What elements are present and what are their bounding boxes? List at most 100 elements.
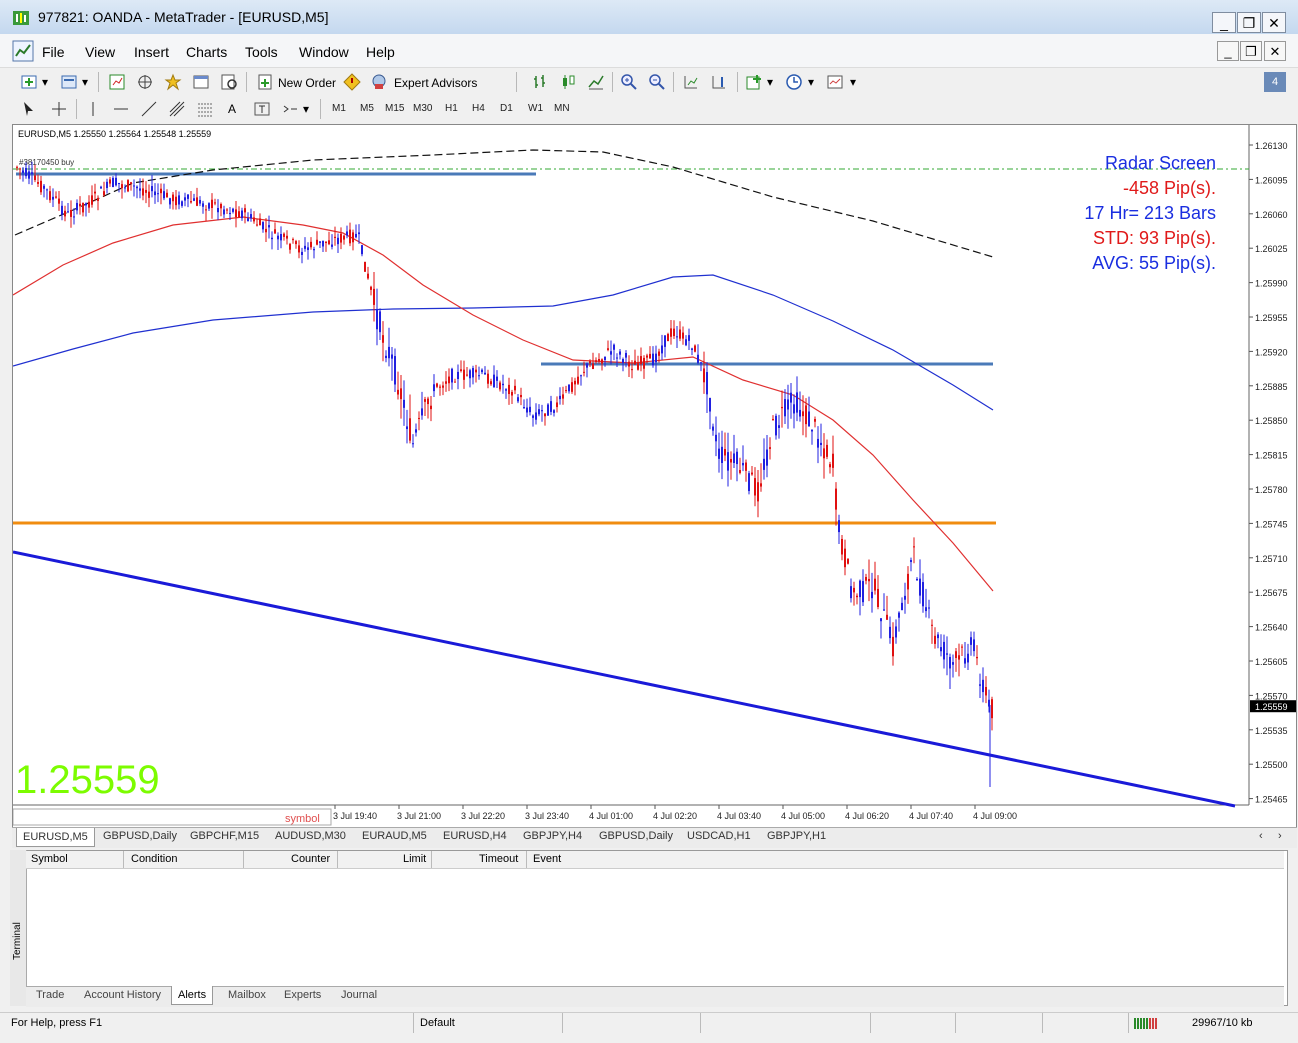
dashed-moving-average — [14, 149, 994, 258]
bar-chart-icon[interactable] — [531, 73, 549, 91]
horizontal-line-icon[interactable] — [112, 100, 130, 118]
fast-moving-average — [13, 216, 994, 592]
terminal-icon[interactable] — [192, 73, 210, 91]
menu-window[interactable]: Window — [299, 44, 349, 60]
fibonacci-icon[interactable] — [196, 100, 214, 118]
col-counter[interactable]: Counter — [291, 853, 330, 865]
candle-body — [367, 273, 369, 279]
chart-canvas[interactable]: 1.26130 1.26095 1.26060 1.26025 1.25990 1.259… — [13, 125, 1296, 827]
profiles-icon[interactable] — [60, 73, 78, 91]
navigator-icon[interactable] — [136, 73, 154, 91]
terminal-tab-mailbox[interactable]: Mailbox — [228, 989, 266, 1001]
mdi-restore-button[interactable]: ❐ — [1240, 41, 1262, 61]
meta-editor-icon[interactable] — [343, 73, 361, 91]
line-chart-icon[interactable] — [587, 73, 605, 91]
timeframe-h4[interactable]: H4 — [472, 103, 485, 114]
dropdown-arrow-icon[interactable]: ▾ — [767, 75, 773, 89]
terminal-tab-journal[interactable]: Journal — [341, 989, 377, 1001]
chart-tab-3[interactable]: AUDUSD,M30 — [275, 830, 346, 842]
candle-body — [838, 520, 840, 533]
auto-scroll-icon[interactable] — [682, 73, 700, 91]
new-order-icon[interactable] — [256, 73, 274, 91]
chart-tab-5[interactable]: EURUSD,H4 — [443, 830, 507, 842]
terminal-tab-trade[interactable]: Trade — [36, 989, 64, 1001]
market-watch-icon[interactable] — [108, 73, 126, 91]
chart-tab-0[interactable]: EURUSD,M5 — [16, 828, 95, 847]
zoom-out-icon[interactable] — [648, 73, 666, 91]
chart-tab-6[interactable]: GBPJPY,H4 — [523, 830, 582, 842]
text-label-icon[interactable] — [253, 100, 271, 118]
price-chart[interactable]: 1.26130 1.26095 1.26060 1.26025 1.25990 1.259… — [12, 124, 1297, 828]
favorites-icon[interactable] — [164, 73, 182, 91]
periods-clock-icon[interactable] — [785, 73, 803, 91]
strategy-tester-icon[interactable] — [220, 73, 238, 91]
timeframe-m15[interactable]: M15 — [385, 103, 404, 114]
templates-icon[interactable] — [826, 73, 844, 91]
timeframe-d1[interactable]: D1 — [500, 103, 513, 114]
candle-body — [85, 203, 87, 206]
dropdown-arrow-icon[interactable]: ▾ — [850, 75, 856, 89]
candle-body — [601, 359, 603, 364]
timeframe-mn[interactable]: MN — [554, 103, 570, 114]
dropdown-arrow-icon[interactable]: ▾ — [42, 75, 48, 89]
candlestick-icon[interactable] — [559, 73, 577, 91]
dropdown-arrow-icon[interactable]: ▾ — [82, 75, 88, 89]
terminal-tab-experts[interactable]: Experts — [284, 989, 321, 1001]
zoom-in-icon[interactable] — [620, 73, 638, 91]
col-limit[interactable]: Limit — [403, 853, 426, 865]
text-tool-icon[interactable]: A — [228, 102, 236, 116]
timeframe-h1[interactable]: H1 — [445, 103, 458, 114]
chart-tab-1[interactable]: GBPUSD,Daily — [103, 830, 177, 842]
chart-tab-2[interactable]: GBPCHF,M15 — [190, 830, 259, 842]
col-timeout[interactable]: Timeout — [479, 853, 518, 865]
col-event[interactable]: Event — [533, 853, 561, 865]
terminal-tab-account-history[interactable]: Account History — [84, 989, 161, 1001]
dropdown-arrow-icon[interactable]: ▾ — [808, 75, 814, 89]
chart-shift-icon[interactable] — [710, 73, 728, 91]
arrows-icon[interactable] — [281, 100, 299, 118]
close-button[interactable]: ✕ — [1262, 12, 1286, 33]
mdi-close-button[interactable]: ✕ — [1264, 41, 1286, 61]
notification-badge[interactable]: 4 — [1264, 72, 1286, 92]
col-symbol[interactable]: Symbol — [31, 853, 68, 865]
price-label: 1.26025 — [1255, 244, 1288, 254]
menu-insert[interactable]: Insert — [134, 44, 169, 60]
timeframe-m1[interactable]: M1 — [332, 103, 346, 114]
new-order-button[interactable]: New Order — [278, 76, 336, 90]
candle-body — [970, 637, 972, 645]
expert-advisors-icon[interactable] — [370, 73, 388, 91]
col-condition[interactable]: Condition — [131, 853, 177, 865]
chart-tab-9[interactable]: GBPJPY,H1 — [767, 830, 826, 842]
menu-help[interactable]: Help — [366, 44, 395, 60]
tab-scroll-right-icon[interactable]: › — [1278, 830, 1282, 842]
timeframe-w1[interactable]: W1 — [528, 103, 543, 114]
tab-scroll-left-icon[interactable]: ‹ — [1259, 830, 1263, 842]
chart-tab-7[interactable]: GBPUSD,Daily — [599, 830, 673, 842]
expert-advisors-button[interactable]: Expert Advisors — [394, 76, 477, 90]
equidistant-channel-icon[interactable] — [168, 100, 186, 118]
candle-body — [319, 241, 321, 243]
mdi-minimize-button[interactable]: _ — [1217, 41, 1239, 61]
timeframe-m30[interactable]: M30 — [413, 103, 432, 114]
restore-button[interactable]: ❐ — [1237, 12, 1261, 33]
chart-tab-8[interactable]: USDCAD,H1 — [687, 830, 751, 842]
timeframe-m5[interactable]: M5 — [360, 103, 374, 114]
menu-charts[interactable]: Charts — [186, 44, 227, 60]
terminal-tab-alerts[interactable]: Alerts — [171, 986, 214, 1005]
indicators-icon[interactable] — [745, 73, 763, 91]
trendline-icon[interactable] — [140, 100, 158, 118]
dropdown-arrow-icon[interactable]: ▾ — [303, 102, 309, 116]
menu-view[interactable]: View — [85, 44, 115, 60]
candle-body — [76, 202, 78, 211]
cursor-icon[interactable] — [20, 100, 38, 118]
new-chart-icon[interactable] — [20, 73, 38, 91]
chart-tab-4[interactable]: EURAUD,M5 — [362, 830, 427, 842]
candle-body — [154, 191, 156, 196]
menu-tools[interactable]: Tools — [245, 44, 278, 60]
menu-file[interactable]: File — [42, 44, 65, 60]
crosshair-icon[interactable] — [50, 100, 68, 118]
vertical-line-icon[interactable] — [84, 100, 102, 118]
chart-window-icon[interactable] — [12, 40, 34, 62]
minimize-button[interactable]: _ — [1212, 12, 1236, 33]
candle-body — [190, 201, 192, 203]
